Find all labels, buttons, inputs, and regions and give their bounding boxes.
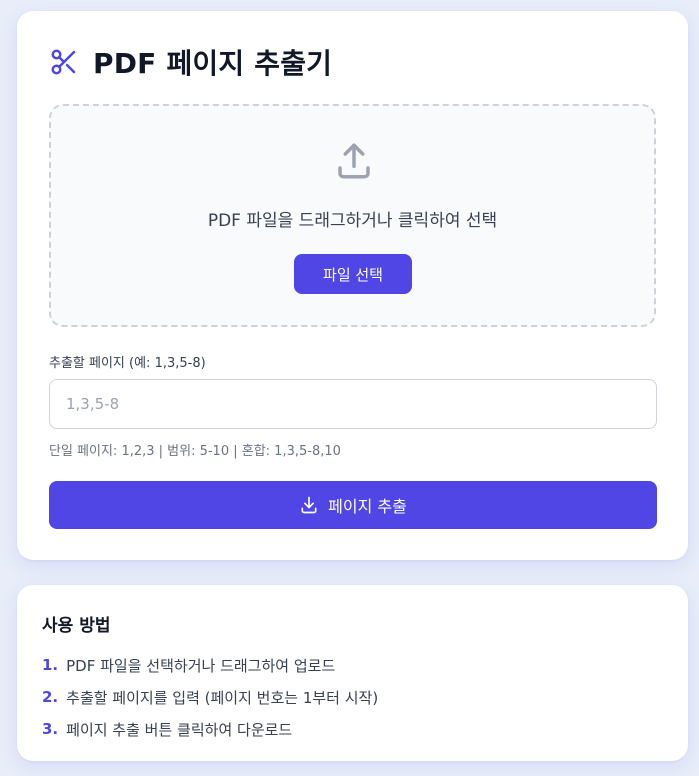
title-row: PDF 페이지 추출기 <box>49 41 332 83</box>
help-title: 사용 방법 <box>42 616 111 636</box>
dropzone-instructions: PDF 파일을 드래그하거나 클릭하여 선택 <box>207 211 498 231</box>
step-text: 페이지 추출 버튼 클릭하여 다운로드 <box>66 720 293 739</box>
select-file-button[interactable]: 파일 선택 <box>294 254 412 294</box>
step-number: 2. <box>42 688 59 706</box>
pages-input[interactable] <box>49 379 657 429</box>
step-text: 추출할 페이지를 입력 (페이지 번호는 1부터 시작) <box>66 688 379 707</box>
scissors-icon <box>49 47 79 77</box>
extract-pages-button[interactable]: 페이지 추출 <box>49 481 657 529</box>
extract-button-label: 페이지 추출 <box>328 497 407 516</box>
download-icon <box>299 495 319 515</box>
help-step: 1. PDF 파일을 선택하거나 드래그하여 업로드 <box>42 649 378 681</box>
step-number: 3. <box>42 720 59 738</box>
step-text: PDF 파일을 선택하거나 드래그하여 업로드 <box>66 656 336 675</box>
pages-field-label: 추출할 페이지 (예: 1,3,5-8) <box>49 356 206 371</box>
page-title: PDF 페이지 추출기 <box>93 47 333 80</box>
file-dropzone[interactable]: PDF 파일을 드래그하거나 클릭하여 선택 파일 선택 <box>49 104 656 327</box>
extractor-card: PDF 페이지 추출기 PDF 파일을 드래그하거나 클릭하여 선택 파일 선택… <box>17 11 688 560</box>
help-step: 2. 추출할 페이지를 입력 (페이지 번호는 1부터 시작) <box>42 681 378 713</box>
help-step: 3. 페이지 추출 버튼 클릭하여 다운로드 <box>42 713 378 745</box>
help-card: 사용 방법 1. PDF 파일을 선택하거나 드래그하여 업로드 2. 추출할 … <box>17 585 688 761</box>
step-number: 1. <box>42 656 59 674</box>
pages-hint: 단일 페이지: 1,2,3 | 범위: 5-10 | 혼합: 1,3,5-8,1… <box>49 444 341 459</box>
help-steps: 1. PDF 파일을 선택하거나 드래그하여 업로드 2. 추출할 페이지를 입… <box>42 649 378 745</box>
upload-icon <box>333 140 375 182</box>
